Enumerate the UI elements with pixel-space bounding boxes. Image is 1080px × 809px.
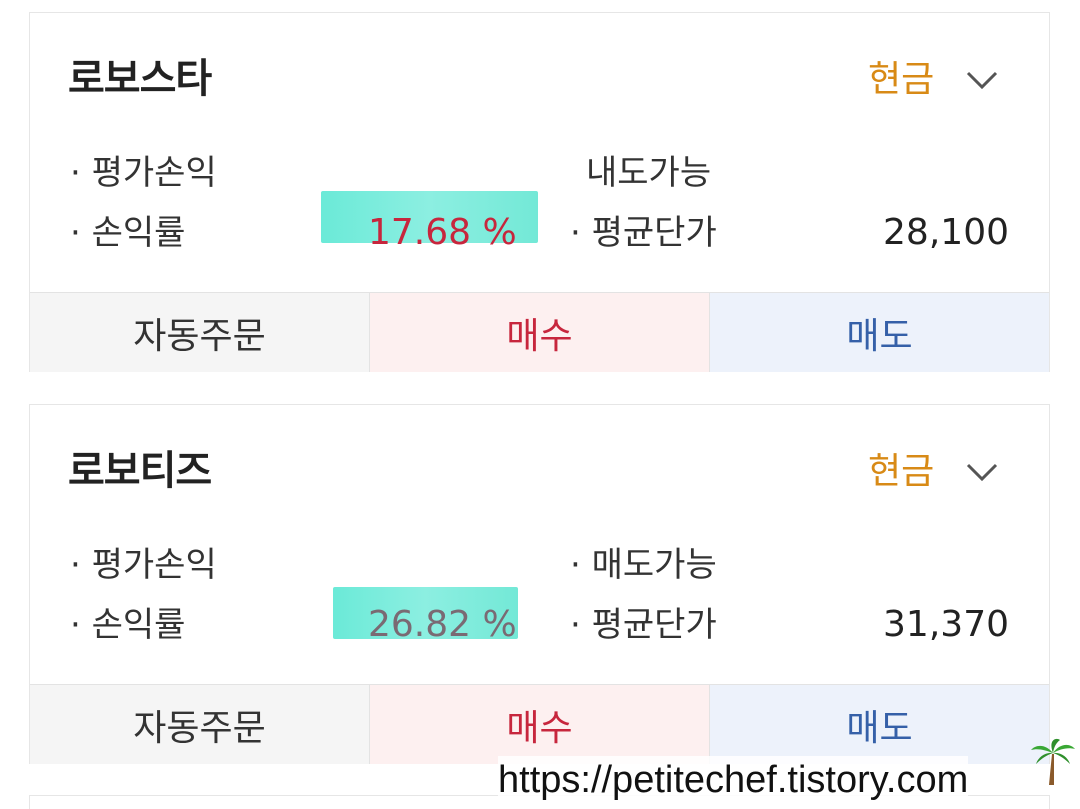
buy-button[interactable]: 매수 [370, 293, 710, 372]
holding-card: 로보티즈 현금 · 평가손익 · 손익률 26.82 % · 매도가능 · 평균… [29, 404, 1050, 764]
avg-price-value: 31,370 [883, 604, 1009, 645]
auto-order-button[interactable]: 자동주문 [30, 685, 370, 764]
buy-button[interactable]: 매수 [370, 685, 710, 764]
chevron-down-icon[interactable] [965, 455, 999, 489]
action-button-row: 자동주문 매수 매도 [30, 292, 1049, 372]
auto-order-button[interactable]: 자동주문 [30, 293, 370, 372]
eval-pl-label: · 평가손익 [70, 545, 217, 585]
action-button-row: 자동주문 매수 매도 [30, 684, 1049, 764]
sellable-label: · 매도가능 [570, 545, 717, 585]
stock-name[interactable]: 로보스타 [68, 51, 212, 107]
return-rate-label: · 손익률 [70, 605, 186, 645]
sellable-label: 내도가능 [586, 153, 712, 193]
sell-button[interactable]: 매도 [710, 685, 1049, 764]
return-rate-value: 17.68 % [368, 212, 517, 253]
eval-pl-label: · 평가손익 [70, 153, 217, 193]
sell-button[interactable]: 매도 [710, 293, 1049, 372]
return-rate-value: 26.82 % [368, 604, 517, 645]
return-rate-label: · 손익률 [70, 213, 186, 253]
holding-card: 로보스타 현금 · 평가손익 · 손익률 17.68 % 내도가능 · 평균단가… [29, 12, 1050, 372]
palm-tree-icon [1031, 738, 1075, 785]
avg-price-value: 28,100 [883, 212, 1009, 253]
chevron-down-icon[interactable] [965, 63, 999, 97]
watermark-text: https://petitechef.tistory.com [498, 756, 969, 804]
account-type-selector[interactable]: 현금 [868, 55, 934, 105]
stock-name[interactable]: 로보티즈 [68, 443, 212, 499]
avg-price-label: · 평균단가 [570, 605, 717, 645]
account-type-selector[interactable]: 현금 [868, 447, 934, 497]
avg-price-label: · 평균단가 [570, 213, 717, 253]
